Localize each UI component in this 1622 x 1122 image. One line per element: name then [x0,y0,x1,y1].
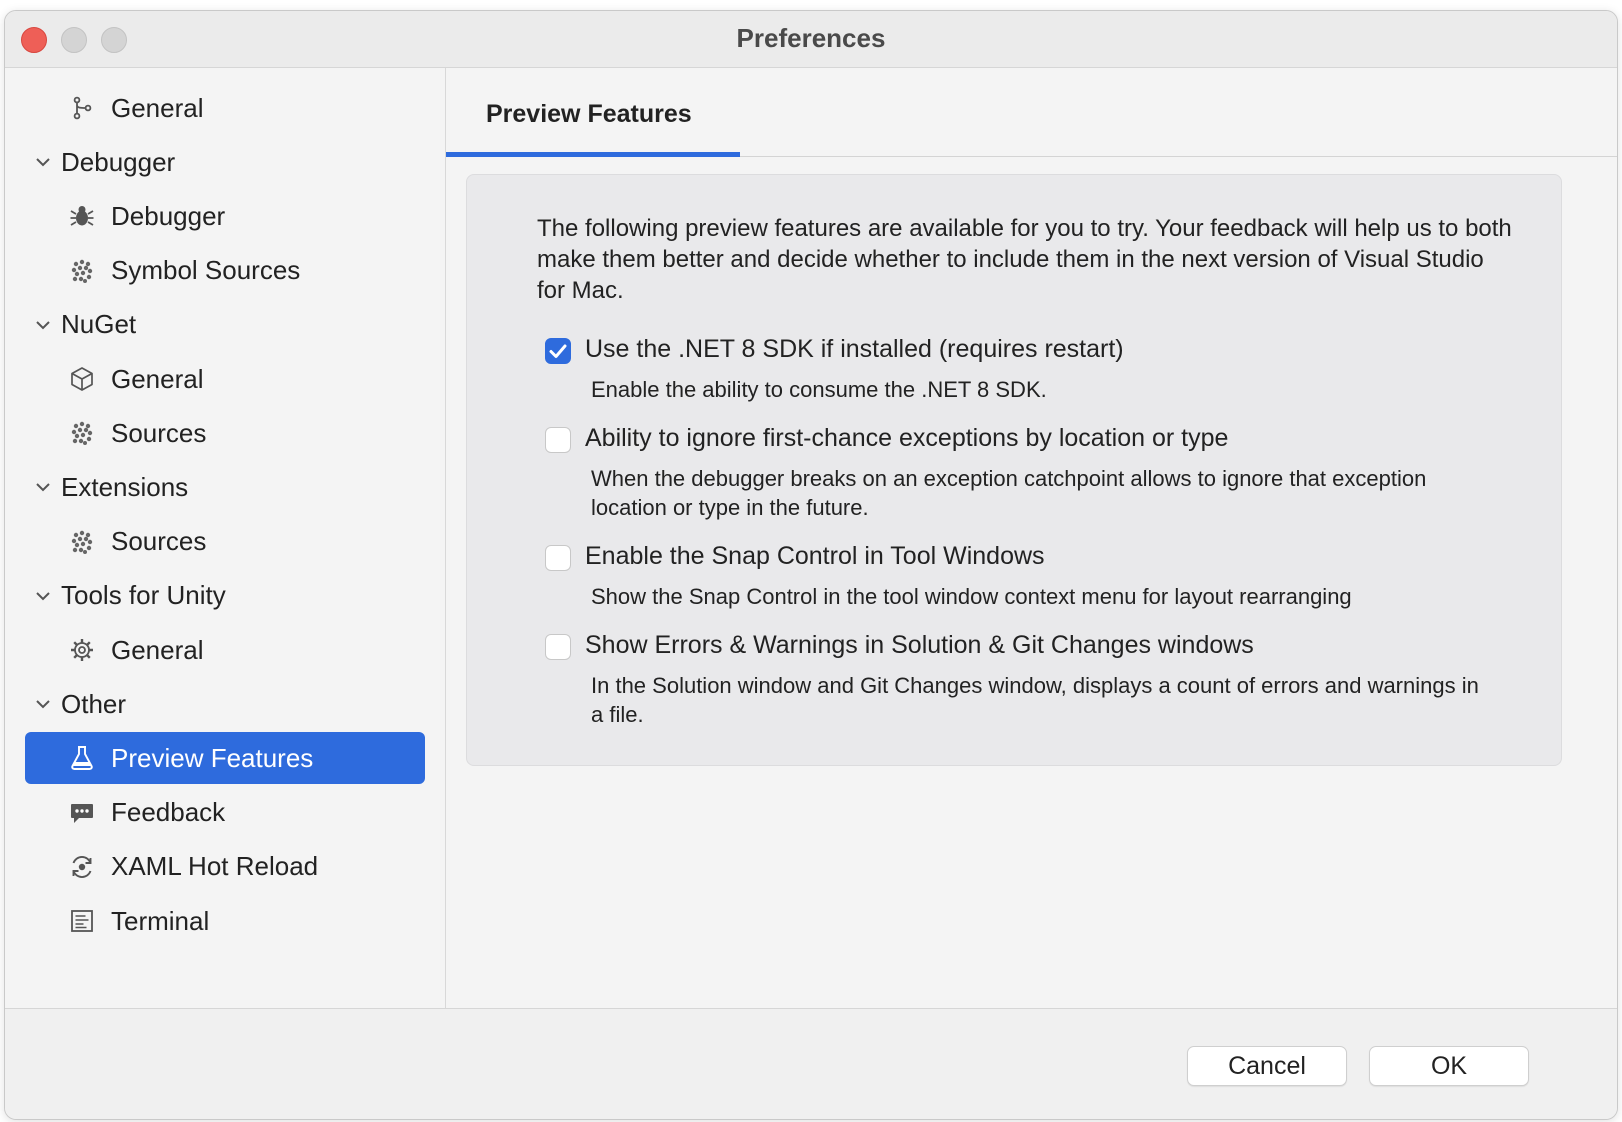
sidebar-item-sources[interactable]: Sources [5,407,445,459]
sidebar-item-label: Debugger [61,146,176,177]
sidebar-group-other[interactable]: Other [5,678,445,730]
sidebar-item-label: Other [61,688,127,719]
feature-description: When the debugger breaks on an exception… [591,466,1427,520]
feature-checkbox[interactable] [545,427,571,453]
tab-preview-features[interactable]: Preview Features [446,68,744,157]
feature-checkbox[interactable] [545,545,571,571]
sidebar-item-debugger[interactable]: Debugger [5,190,445,242]
chevron-down-icon[interactable] [35,696,51,712]
terminal-icon [69,908,95,934]
sidebar-item-preview-features[interactable]: Preview Features [25,732,425,785]
feature-checkbox[interactable] [545,634,571,660]
package-icon [69,529,95,555]
sidebar-item-label: Extensions [61,471,189,502]
feature-description: In the Solution window and Git Changes w… [591,673,1479,727]
sidebar-item-label: XAML Hot Reload [111,851,319,882]
feature-description: Show the Snap Control in the tool window… [591,584,1352,609]
sidebar-group-tools-for-unity[interactable]: Tools for Unity [5,570,445,622]
sidebar-item-general[interactable]: General [5,82,445,134]
bug-icon [69,203,95,229]
package-icon [69,258,95,284]
tab-selected-indicator [446,152,740,157]
feature-title[interactable]: Enable the Snap Control in Tool Windows [585,542,1045,571]
sidebar-item-sources[interactable]: Sources [5,516,445,568]
preview-features-panel: The following preview features are avail… [466,174,1562,766]
footer: Cancel OK [5,1008,1617,1119]
sidebar-item-label: Debugger [111,200,226,231]
sidebar-item-label: Sources [111,417,207,448]
hot-reload-icon [69,854,95,880]
chevron-down-icon[interactable] [35,317,51,333]
feature-checkbox[interactable] [545,338,571,364]
sidebar-item-general[interactable]: General [5,353,445,405]
tab-bar: Preview Features [446,68,1617,157]
chevron-down-icon[interactable] [35,479,51,495]
gear-icon [69,637,95,663]
sidebar-group-debugger[interactable]: Debugger [5,136,445,188]
chevron-down-icon[interactable] [35,588,51,604]
chevron-down-icon[interactable] [35,154,51,170]
sidebar-item-xaml-hot-reload[interactable]: XAML Hot Reload [5,841,445,893]
sidebar-item-label: Tools for Unity [61,580,226,611]
feature-description: Enable the ability to consume the .NET 8… [591,377,1047,402]
package-icon [69,420,95,446]
sidebar-item-terminal[interactable]: Terminal [5,895,445,947]
intro-text: The following preview features are avail… [537,215,1512,304]
sidebar-item-symbol-sources[interactable]: Symbol Sources [5,245,445,297]
sidebar-item-label: General [111,363,204,394]
sidebar-item-general[interactable]: General [5,624,445,676]
sidebar-item-feedback[interactable]: Feedback [5,787,445,839]
sidebar-group-nuget[interactable]: NuGet [5,299,445,351]
feature-title[interactable]: Show Errors & Warnings in Solution & Git… [585,631,1254,660]
tab-label: Preview Features [486,100,692,128]
sidebar-item-label: Sources [111,526,207,557]
feature-title[interactable]: Ability to ignore first-chance exception… [585,424,1228,453]
sidebar-group-extensions[interactable]: Extensions [5,461,445,513]
preferences-window: Preferences General Debugger Debugger Symbo… [4,10,1618,1120]
sidebar-item-label: Terminal [111,905,210,936]
title-bar: Preferences [5,11,1617,68]
branch-icon [69,95,95,121]
sidebar-item-label: General [111,92,204,123]
checkmark-icon [545,338,571,364]
sidebar-item-label: NuGet [61,309,137,340]
chat-bubble-icon [69,800,95,826]
sidebar-item-label: Feedback [111,797,226,828]
content-area: Preview Features The following preview f… [446,68,1617,1008]
flask-icon [69,745,95,771]
ok-button[interactable]: OK [1369,1046,1529,1086]
sidebar-item-label: Symbol Sources [111,255,301,286]
cube-icon [69,366,95,392]
sidebar-item-label: Preview Features [111,742,314,773]
sidebar: General Debugger Debugger Symbol Sources NuG… [5,68,446,1008]
sidebar-item-label: General [111,634,204,665]
feature-title[interactable]: Use the .NET 8 SDK if installed (require… [585,335,1124,364]
cancel-button[interactable]: Cancel [1187,1046,1347,1086]
window-title: Preferences [736,23,886,53]
